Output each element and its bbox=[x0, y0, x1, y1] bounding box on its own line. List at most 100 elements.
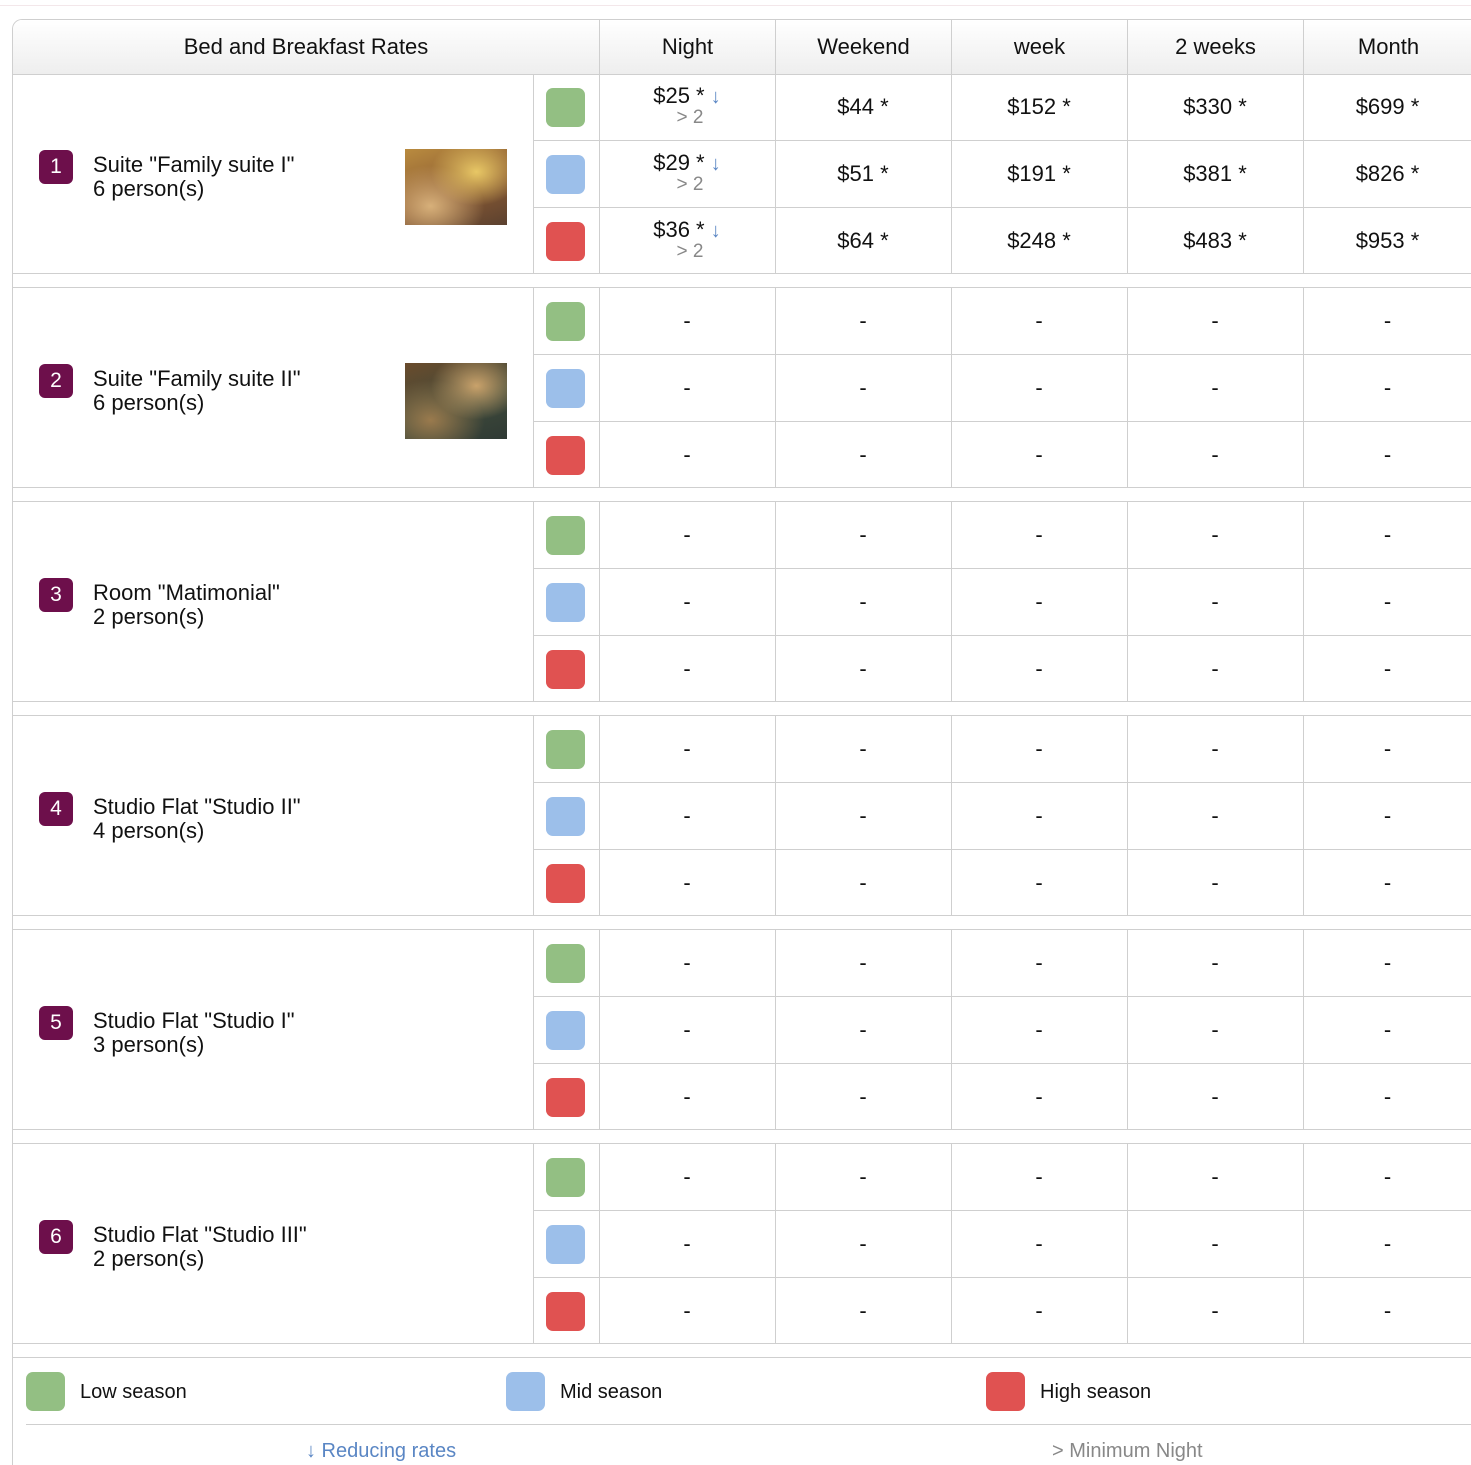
weekend-rate-cell: - bbox=[859, 803, 867, 828]
table-row: ----- bbox=[533, 636, 1471, 702]
2-weeks-rate-cell: - bbox=[1211, 1164, 1219, 1189]
month-rate-cell: - bbox=[1383, 1084, 1392, 1109]
month-rate-cell: - bbox=[1383, 1231, 1392, 1256]
2-weeks-rate-cell: - bbox=[1211, 656, 1219, 681]
weekend-rate-cell: - bbox=[859, 1017, 867, 1042]
table-row: ----- bbox=[533, 1211, 1471, 1278]
reducing-rates-icon[interactable]: ↓ bbox=[711, 86, 721, 108]
night-rate-cell: - bbox=[683, 308, 691, 333]
night-rate-cell: - bbox=[683, 870, 691, 895]
week-rate-cell: $248 * bbox=[1007, 228, 1071, 253]
low-season-swatch bbox=[546, 944, 585, 983]
week-rate-cell: - bbox=[1035, 803, 1043, 828]
minimum-night-note: > Minimum Night bbox=[1052, 1440, 1203, 1462]
room-number-badge: 2 bbox=[39, 364, 73, 398]
room-separator bbox=[13, 488, 1471, 502]
week-rate-cell: - bbox=[1035, 1164, 1043, 1189]
month-rate-cell: - bbox=[1383, 803, 1392, 828]
low-season-swatch bbox=[546, 1158, 585, 1197]
week-rate-cell: - bbox=[1035, 870, 1043, 895]
room-group: 4 Studio Flat "Studio II" 4 person(s) - - - - -… bbox=[13, 716, 1471, 916]
room-separator bbox=[13, 1130, 1471, 1144]
night-rate-cell: $25 * ↓ > 2 bbox=[599, 74, 775, 140]
reducing-rates-icon[interactable]: ↓ bbox=[711, 153, 721, 175]
high-season-swatch bbox=[546, 1078, 585, 1117]
mid-season-label: Mid season bbox=[560, 1381, 663, 1403]
high-season-swatch bbox=[986, 1372, 1025, 1411]
month-rate-cell: - bbox=[1383, 1164, 1392, 1189]
weekend-rate-cell: - bbox=[859, 950, 867, 975]
col-night: Night bbox=[599, 20, 775, 74]
room-group: 6 Studio Flat "Studio III" 2 person(s) - - - -… bbox=[13, 1144, 1471, 1344]
room-photo[interactable] bbox=[405, 363, 507, 439]
night-rate-cell: - bbox=[683, 1298, 691, 1323]
night-rate-cell: - bbox=[683, 442, 691, 467]
weekend-rate-cell: - bbox=[859, 1084, 867, 1109]
mid-season-swatch bbox=[506, 1372, 545, 1411]
low-season-swatch bbox=[546, 730, 585, 769]
mid-season-swatch bbox=[546, 583, 585, 622]
week-rate-cell: - bbox=[1035, 1231, 1043, 1256]
month-rate-cell: - bbox=[1383, 656, 1392, 681]
month-rate-cell: - bbox=[1383, 1298, 1392, 1323]
week-rate-cell: - bbox=[1035, 375, 1043, 400]
table-row: $29 * ↓ > 2 $51 * $191 * $381 * $826 * bbox=[533, 141, 1471, 208]
week-rate-cell: - bbox=[1035, 442, 1043, 467]
room-name[interactable]: Studio Flat "Studio III" bbox=[93, 1223, 307, 1247]
reducing-rates-icon[interactable]: ↓ bbox=[711, 220, 721, 242]
night-rate-cell: - bbox=[683, 1017, 691, 1042]
col-2-weeks: 2 weeks bbox=[1127, 20, 1303, 74]
week-rate-cell: - bbox=[1035, 308, 1043, 333]
room-name[interactable]: Suite "Family suite I" bbox=[93, 153, 294, 177]
table-row: ----- bbox=[533, 1064, 1471, 1130]
weekend-rate-cell: - bbox=[859, 870, 867, 895]
night-rate-cell: - bbox=[683, 1084, 691, 1109]
table-title: Bed and Breakfast Rates bbox=[183, 34, 429, 59]
room-group: 1 Suite "Family suite I" 6 person(s) $25 * … bbox=[13, 74, 1471, 274]
col-weekend: Weekend bbox=[775, 20, 951, 74]
night-rate-cell: - bbox=[683, 656, 691, 681]
low-season-swatch bbox=[546, 516, 585, 555]
weekend-rate-cell: $51 * bbox=[837, 161, 889, 186]
2-weeks-rate-cell: - bbox=[1211, 1298, 1219, 1323]
table-row: ----- bbox=[533, 716, 1471, 783]
high-season-swatch bbox=[546, 1292, 585, 1331]
high-season-swatch bbox=[546, 436, 585, 475]
month-rate-cell: $826 * bbox=[1355, 161, 1420, 186]
2-weeks-rate-cell: - bbox=[1211, 950, 1219, 975]
room-capacity: 6 person(s) bbox=[93, 390, 205, 415]
night-price-line: $25 * ↓ bbox=[599, 83, 775, 110]
table-header: Bed and Breakfast Rates Night Weekend we… bbox=[13, 20, 1471, 75]
month-rate-cell: - bbox=[1383, 736, 1392, 761]
room-number-badge: 3 bbox=[39, 578, 73, 612]
month-rate-cell: - bbox=[1383, 522, 1392, 547]
room-name[interactable]: Room "Matimonial" bbox=[93, 581, 280, 605]
low-season-swatch bbox=[546, 302, 585, 341]
week-rate-cell: - bbox=[1035, 1084, 1043, 1109]
2-weeks-rate-cell: - bbox=[1211, 803, 1219, 828]
room-number-badge: 5 bbox=[39, 1006, 73, 1040]
room-name[interactable]: Studio Flat "Studio I" bbox=[93, 1009, 295, 1033]
month-rate-cell: - bbox=[1383, 870, 1392, 895]
month-rate-cell: $699 * bbox=[1355, 94, 1420, 119]
night-rate-cell: - bbox=[683, 950, 691, 975]
room-separator bbox=[13, 702, 1471, 716]
room-name[interactable]: Studio Flat "Studio II" bbox=[93, 795, 301, 819]
month-rate-cell: - bbox=[1383, 442, 1392, 467]
minimum-night-label: > 2 bbox=[676, 241, 704, 262]
night-rate-cell: - bbox=[683, 803, 691, 828]
week-rate-cell: - bbox=[1035, 1017, 1043, 1042]
table-row: ----- bbox=[533, 783, 1471, 850]
high-season-swatch bbox=[546, 222, 585, 261]
night-price: $29 * bbox=[653, 150, 705, 175]
room-name[interactable]: Suite "Family suite II" bbox=[93, 367, 301, 391]
col-month: Month bbox=[1303, 20, 1471, 74]
table-row: ----- bbox=[533, 850, 1471, 916]
room-photo[interactable] bbox=[405, 149, 507, 225]
room-capacity: 6 person(s) bbox=[93, 176, 205, 201]
weekend-rate-cell: - bbox=[859, 375, 867, 400]
room-number-badge: 4 bbox=[39, 792, 73, 826]
night-rate-cell: - bbox=[683, 736, 691, 761]
night-rate-cell: - bbox=[683, 522, 691, 547]
room-separator bbox=[13, 1344, 1471, 1358]
